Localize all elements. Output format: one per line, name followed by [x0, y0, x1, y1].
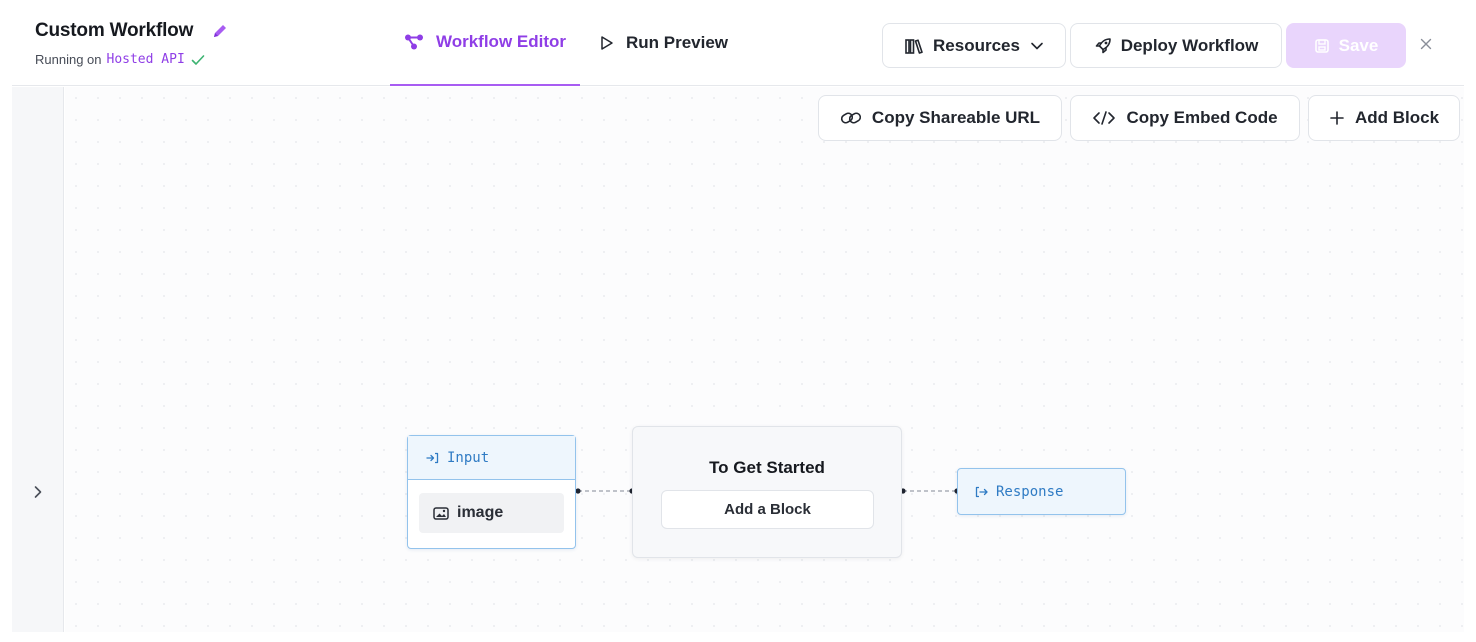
chevron-down-icon — [1030, 41, 1044, 51]
input-icon — [426, 452, 439, 464]
output-icon — [975, 486, 988, 498]
input-param-image[interactable]: image — [419, 493, 564, 533]
running-status: Running on Hosted API — [35, 52, 229, 67]
rocket-icon — [1094, 37, 1112, 55]
add-block-label: Add Block — [1354, 108, 1440, 127]
copy-shareable-url-button[interactable]: Copy Shareable URL — [818, 95, 1062, 141]
input-node[interactable]: Input image — [407, 435, 576, 549]
save-icon — [1314, 38, 1330, 54]
tab-run-preview-label: Run Preview — [626, 33, 729, 52]
library-icon — [904, 37, 924, 55]
response-node[interactable]: Response — [957, 468, 1126, 515]
left-sidebar-collapsed — [12, 87, 64, 632]
copy-embed-code-label: Copy Embed Code — [1126, 108, 1278, 127]
running-prefix: Running on — [35, 52, 102, 67]
get-started-title: To Get Started — [709, 458, 825, 477]
save-label: Save — [1338, 35, 1379, 55]
add-a-block-button[interactable]: Add a Block — [661, 490, 874, 529]
get-started-node: To Get Started Add a Block — [632, 426, 902, 558]
pencil-icon[interactable] — [211, 22, 229, 40]
check-icon — [191, 54, 205, 66]
link-icon — [840, 110, 862, 126]
deploy-workflow-button[interactable]: Deploy Workflow — [1070, 23, 1282, 68]
image-icon — [433, 506, 449, 520]
workflow-title-block: Custom Workflow Running on Hosted API — [35, 20, 229, 67]
resources-label: Resources — [933, 35, 1020, 55]
running-host: Hosted API — [106, 52, 185, 67]
workflow-title: Custom Workflow — [35, 20, 194, 41]
copy-embed-code-button[interactable]: Copy Embed Code — [1070, 95, 1300, 141]
input-node-header: Input — [408, 436, 575, 480]
deploy-label: Deploy Workflow — [1120, 35, 1259, 55]
tab-workflow-editor-label: Workflow Editor — [435, 32, 566, 51]
copy-shareable-url-label: Copy Shareable URL — [871, 108, 1041, 127]
app-header: Custom Workflow Running on Hosted API Wo… — [12, 0, 1464, 86]
plus-icon — [1329, 110, 1345, 126]
close-icon[interactable] — [1416, 34, 1436, 54]
chevron-right-icon[interactable] — [28, 482, 48, 502]
workflow-icon — [404, 34, 424, 50]
code-icon — [1092, 110, 1116, 126]
input-node-title: Input — [447, 449, 490, 466]
save-button[interactable]: Save — [1286, 23, 1406, 68]
response-node-title: Response — [996, 483, 1064, 500]
play-icon — [600, 35, 614, 51]
tab-run-preview[interactable]: Run Preview — [600, 0, 728, 86]
input-param-label: image — [457, 504, 504, 521]
add-block-button[interactable]: Add Block — [1308, 95, 1460, 141]
resources-button[interactable]: Resources — [882, 23, 1066, 68]
tab-workflow-editor[interactable]: Workflow Editor — [390, 0, 580, 86]
